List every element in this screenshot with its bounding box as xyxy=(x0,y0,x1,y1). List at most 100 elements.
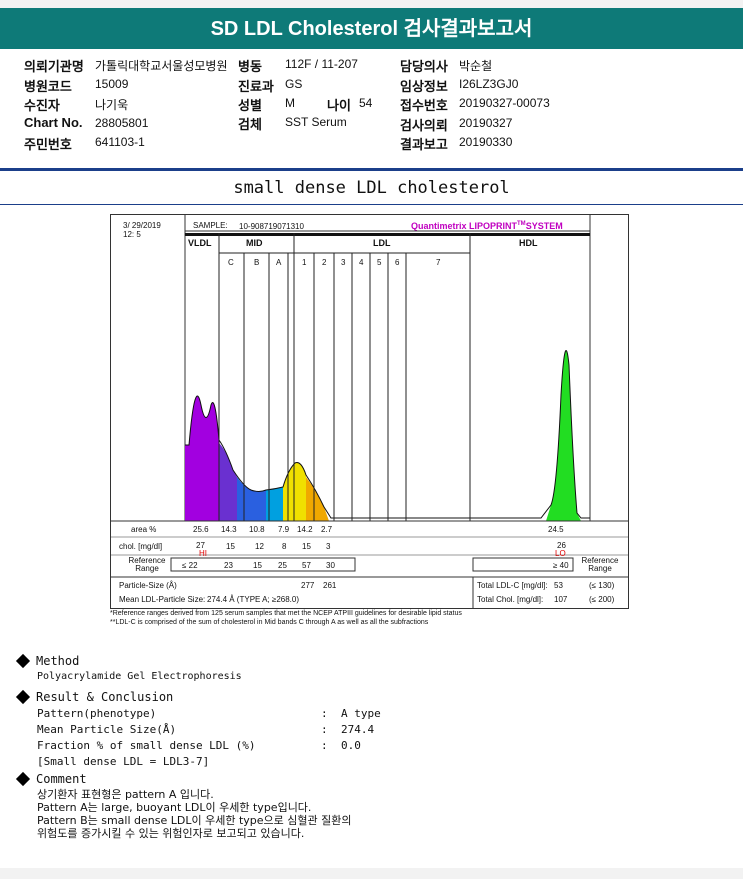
band-label: 6 xyxy=(395,258,400,267)
method-text: Polyacrylamide Gel Electrophoresis xyxy=(37,671,242,682)
particle-value: 261 xyxy=(323,581,337,590)
band-label: 7 xyxy=(436,258,441,267)
result-row-label: Fraction % of small dense LDL (%) xyxy=(37,739,256,752)
vldl-peak xyxy=(185,396,221,521)
band-label: 3 xyxy=(341,258,346,267)
bottom-bar xyxy=(0,868,743,879)
ref-value: 30 xyxy=(326,561,335,570)
result-colon: : xyxy=(321,707,328,720)
footnote: **LDL-C is comprised of the sum of chole… xyxy=(110,619,429,626)
name-value: 나기욱 xyxy=(95,98,129,112)
band-dividers xyxy=(218,233,471,521)
request-value: 20190327 xyxy=(459,116,513,130)
top-bar xyxy=(0,0,743,8)
band-label: B xyxy=(254,258,260,267)
area-value: 10.8 xyxy=(249,525,265,534)
result-colon: : xyxy=(321,723,328,736)
group-hdl: HDL xyxy=(519,238,538,248)
result-heading: Result & Conclusion xyxy=(36,690,174,704)
area-value: 2.7 xyxy=(321,525,333,534)
section-divider xyxy=(0,168,743,171)
comment-line: 상기환자 표현형은 pattern A 입니다. xyxy=(37,788,214,801)
comment-body: 상기환자 표현형은 pattern A 입니다. Pattern A는 larg… xyxy=(37,788,351,840)
hcode-label: 병원코드 xyxy=(24,79,72,94)
ref-value: 25 xyxy=(278,561,287,570)
area-value: 7.9 xyxy=(278,525,290,534)
mid-b-peak xyxy=(237,477,269,521)
chol-value: 3 xyxy=(326,542,331,551)
area-value: 25.6 xyxy=(193,525,209,534)
electrophoresis-plot xyxy=(111,215,628,608)
sex-value: M xyxy=(285,96,295,110)
diamond-bullet-icon xyxy=(15,653,31,668)
result-row: Pattern(phenotype) : A type xyxy=(37,707,437,723)
chol-value: 8 xyxy=(282,542,287,551)
ref-range-right: Reference Range xyxy=(581,556,619,573)
band-label: 1 xyxy=(302,258,307,267)
group-ldl: LDL xyxy=(373,238,391,248)
ldl2-peak xyxy=(306,477,329,521)
hcode-value: 15009 xyxy=(95,77,129,91)
section-divider-thin xyxy=(0,204,743,205)
report-title-bar: SD LDL Cholesterol 검사결과보고서 xyxy=(0,8,743,49)
clinical-value: I26LZ3GJ0 xyxy=(459,77,519,91)
chart-no-label: Chart No. xyxy=(24,115,83,130)
reg-label: 접수번호 xyxy=(400,98,448,113)
result-section: Result & Conclusion Pattern(phenotype) :… xyxy=(15,689,437,768)
result-row-value: 274.4 xyxy=(341,723,375,736)
report-date-value: 20190330 xyxy=(459,135,513,149)
result-row-value: A type xyxy=(341,707,381,720)
chol-row-label: chol. [mg/dl] xyxy=(119,542,163,551)
comment-line: Pattern B는 small dense LDL이 우세한 type으로 심… xyxy=(37,814,352,827)
ref-value: ≤ 22 xyxy=(182,561,198,570)
comment-section: Comment 상기환자 표현형은 pattern A 입니다. Pattern… xyxy=(15,771,351,840)
total-ldl-value: 53 xyxy=(554,581,563,590)
report-date-label: 결과보고 xyxy=(400,137,448,152)
chol-value: 15 xyxy=(226,542,235,551)
band-label: 5 xyxy=(377,258,382,267)
request-label: 검사의뢰 xyxy=(400,118,448,133)
reg-value: 20190327-00073 xyxy=(459,96,550,110)
diamond-bullet-icon xyxy=(15,689,31,704)
ref-hdl: ≥ 40 xyxy=(553,561,569,570)
chart-no-value: 28805801 xyxy=(95,116,149,130)
result-row-label: Mean Particle Size(Å) xyxy=(37,723,177,736)
group-mid: MID xyxy=(246,238,263,248)
method-section: Method Polyacrylamide Gel Electrophoresi… xyxy=(15,653,242,682)
name-label: 수진자 xyxy=(24,98,60,113)
doctor-label: 담당의사 xyxy=(400,59,448,74)
section-subtitle: small dense LDL cholesterol xyxy=(233,178,510,198)
mean-value: 274.4 Å (TYPE A; ≥268.0) xyxy=(207,595,299,604)
hospital-label: 의뢰기관명 xyxy=(24,59,84,74)
area-value: 14.3 xyxy=(221,525,237,534)
clinical-label: 임상정보 xyxy=(400,79,448,94)
rrn-label: 주민번호 xyxy=(24,137,72,152)
report-title: SD LDL Cholesterol 검사결과보고서 xyxy=(210,18,533,40)
method-heading: Method xyxy=(36,654,80,668)
age-label: 나이 xyxy=(327,98,351,113)
total-ldl-ref: (≤ 130) xyxy=(589,581,615,590)
doctor-value: 박순철 xyxy=(459,59,493,73)
result-colon: : xyxy=(321,739,328,752)
band-header-bar xyxy=(185,233,590,236)
band-label: A xyxy=(276,258,282,267)
result-row: Fraction % of small dense LDL (%) : 0.0 xyxy=(37,739,437,755)
band-label: 4 xyxy=(359,258,364,267)
comment-line: Pattern A는 large, buoyant LDL이 우세한 type입… xyxy=(37,801,312,814)
band-label: C xyxy=(228,258,234,267)
chol-value: 12 xyxy=(255,542,264,551)
chart-footnotes: *Reference ranges derived from 125 serum… xyxy=(110,609,462,627)
result-row-label: Pattern(phenotype) xyxy=(37,707,157,720)
chol-value: 15 xyxy=(302,542,311,551)
total-chol-value: 107 xyxy=(554,595,568,604)
patient-info: 의뢰기관명 가톨릭대학교서울성모병원 병동 112F / 11-207 담당의사… xyxy=(0,55,743,155)
result-row: Mean Particle Size(Å) : 274.4 xyxy=(37,723,437,739)
total-ldl-label: Total LDL-C [mg/dl]: xyxy=(477,581,548,590)
rrn-value: 641103-1 xyxy=(95,135,145,149)
specimen-label: 검체 xyxy=(238,117,262,132)
ward-value: 112F / 11-207 xyxy=(285,57,358,71)
group-vldl: VLDL xyxy=(188,238,212,248)
ref-value: 57 xyxy=(302,561,311,570)
specimen-value: SST Serum xyxy=(285,115,347,129)
flag-lo: LO xyxy=(555,549,566,558)
